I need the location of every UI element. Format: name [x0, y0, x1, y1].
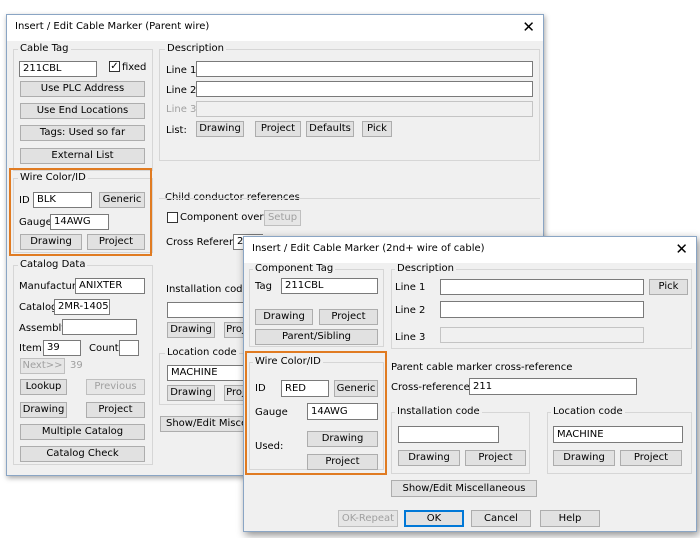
child-line2-label: Line 2 — [395, 305, 426, 316]
location-code-label: Location code — [165, 347, 239, 359]
description-group-label: Description — [165, 43, 226, 55]
desc-drawing-button[interactable]: Drawing — [196, 121, 244, 137]
cable-tag-field[interactable]: 211CBL — [19, 61, 97, 77]
component-tag-group-label: Component Tag — [253, 263, 336, 275]
tag-project-button[interactable]: Project — [319, 309, 378, 325]
child-location-drawing-button[interactable]: Drawing — [553, 450, 615, 466]
setup-button[interactable]: Setup — [264, 210, 301, 226]
child-line1-label: Line 1 — [395, 282, 426, 293]
fixed-checkbox[interactable]: ✓ — [109, 61, 120, 72]
child-wire-color-highlight — [245, 351, 387, 475]
catalog-check-button[interactable]: Catalog Check — [20, 446, 145, 462]
use-plc-address-button[interactable]: Use PLC Address — [20, 81, 145, 97]
parent-wire-color-highlight — [9, 168, 152, 256]
child-installation-project-button[interactable]: Project — [465, 450, 526, 466]
installation-code-label: Installation code — [166, 284, 249, 295]
next-button[interactable]: Next>> — [20, 358, 65, 374]
assembly-field[interactable] — [62, 319, 137, 335]
close-icon[interactable]: ✕ — [522, 18, 535, 36]
cancel-button[interactable]: Cancel — [471, 510, 531, 527]
use-end-locations-button[interactable]: Use End Locations — [20, 103, 145, 119]
multiple-catalog-button[interactable]: Multiple Catalog — [20, 424, 145, 440]
external-list-button[interactable]: External List — [20, 148, 145, 164]
child-line3-field[interactable] — [440, 327, 644, 343]
parent-title-bar: Insert / Edit Cable Marker (Parent wire)… — [7, 15, 543, 41]
lookup-button[interactable]: Lookup — [20, 379, 67, 395]
ok-repeat-button[interactable]: OK-Repeat — [338, 510, 398, 527]
child-line2-field[interactable] — [440, 301, 644, 318]
next-value: 39 — [70, 360, 83, 371]
child-installation-drawing-button[interactable]: Drawing — [398, 450, 460, 466]
child-location-field[interactable]: MACHINE — [553, 426, 683, 443]
list-label: List: — [166, 125, 187, 136]
checkmark-icon: ✓ — [110, 61, 119, 72]
ok-button[interactable]: OK — [404, 510, 464, 527]
child-line3-label: Line 3 — [395, 332, 426, 343]
parent-xref-field[interactable]: 211 — [469, 378, 637, 395]
catalog-field[interactable]: 2MR-1405 — [54, 299, 110, 315]
line3-label: Line 3 — [166, 104, 197, 115]
catalog-data-group-label: Catalog Data — [18, 259, 88, 271]
fixed-label: fixed — [122, 62, 147, 73]
child-installation-field[interactable] — [398, 426, 499, 443]
line2-field[interactable] — [196, 81, 533, 97]
component-override-checkbox[interactable] — [167, 212, 178, 223]
tags-used-so-far-button[interactable]: Tags: Used so far — [20, 125, 145, 141]
help-button[interactable]: Help — [540, 510, 600, 527]
item-field[interactable]: 39 — [43, 340, 81, 356]
manufacturer-field[interactable]: ANIXTER — [75, 278, 145, 294]
child-show-edit-misc-button[interactable]: Show/Edit Miscellaneous — [391, 480, 537, 497]
installation-drawing-button[interactable]: Drawing — [167, 322, 215, 338]
count-field[interactable] — [119, 340, 139, 356]
location-code-field[interactable]: MACHINE — [167, 365, 247, 381]
previous-button[interactable]: Previous — [86, 379, 145, 395]
cable-tag-group-label: Cable Tag — [18, 43, 71, 55]
child-location-label: Location code — [551, 406, 625, 418]
close-icon[interactable]: ✕ — [675, 240, 688, 258]
line2-label: Line 2 — [166, 85, 197, 96]
line3-field[interactable] — [196, 101, 533, 117]
count-label: Count — [89, 343, 119, 354]
line1-field[interactable] — [196, 61, 533, 77]
desc-project-button[interactable]: Project — [255, 121, 301, 137]
line1-label: Line 1 — [166, 65, 197, 76]
child-installation-label: Installation code — [395, 406, 482, 418]
location-drawing-button[interactable]: Drawing — [167, 385, 215, 401]
child-line1-field[interactable] — [440, 279, 644, 295]
desc-defaults-button[interactable]: Defaults — [306, 121, 354, 137]
parent-dialog-title: Insert / Edit Cable Marker (Parent wire) — [15, 21, 210, 32]
catalog-drawing-button[interactable]: Drawing — [20, 402, 67, 418]
parent-xref-label: Cross-reference — [391, 382, 470, 393]
desc-pick-button[interactable]: Pick — [362, 121, 392, 137]
child-conductor-separator — [159, 198, 540, 199]
parent-xref-heading: Parent cable marker cross-reference — [391, 362, 573, 373]
item-label: Item — [19, 343, 42, 354]
assembly-label: Assembly — [19, 323, 68, 334]
show-edit-misc-button[interactable]: Show/Edit Miscellan — [160, 416, 247, 432]
catalog-project-button[interactable]: Project — [86, 402, 145, 418]
child-location-project-button[interactable]: Project — [620, 450, 682, 466]
child-pick-button[interactable]: Pick — [649, 279, 688, 295]
catalog-label: Catalog — [19, 302, 58, 313]
tag-drawing-button[interactable]: Drawing — [255, 309, 313, 325]
child-description-group-label: Description — [395, 263, 456, 275]
child-title-bar: Insert / Edit Cable Marker (2nd+ wire of… — [244, 237, 696, 263]
parent-sibling-button[interactable]: Parent/Sibling — [255, 329, 378, 345]
child-dialog-title: Insert / Edit Cable Marker (2nd+ wire of… — [252, 243, 485, 254]
tag-field[interactable]: 211CBL — [281, 278, 378, 294]
installation-code-field[interactable] — [167, 302, 247, 318]
tag-label: Tag — [255, 281, 272, 292]
